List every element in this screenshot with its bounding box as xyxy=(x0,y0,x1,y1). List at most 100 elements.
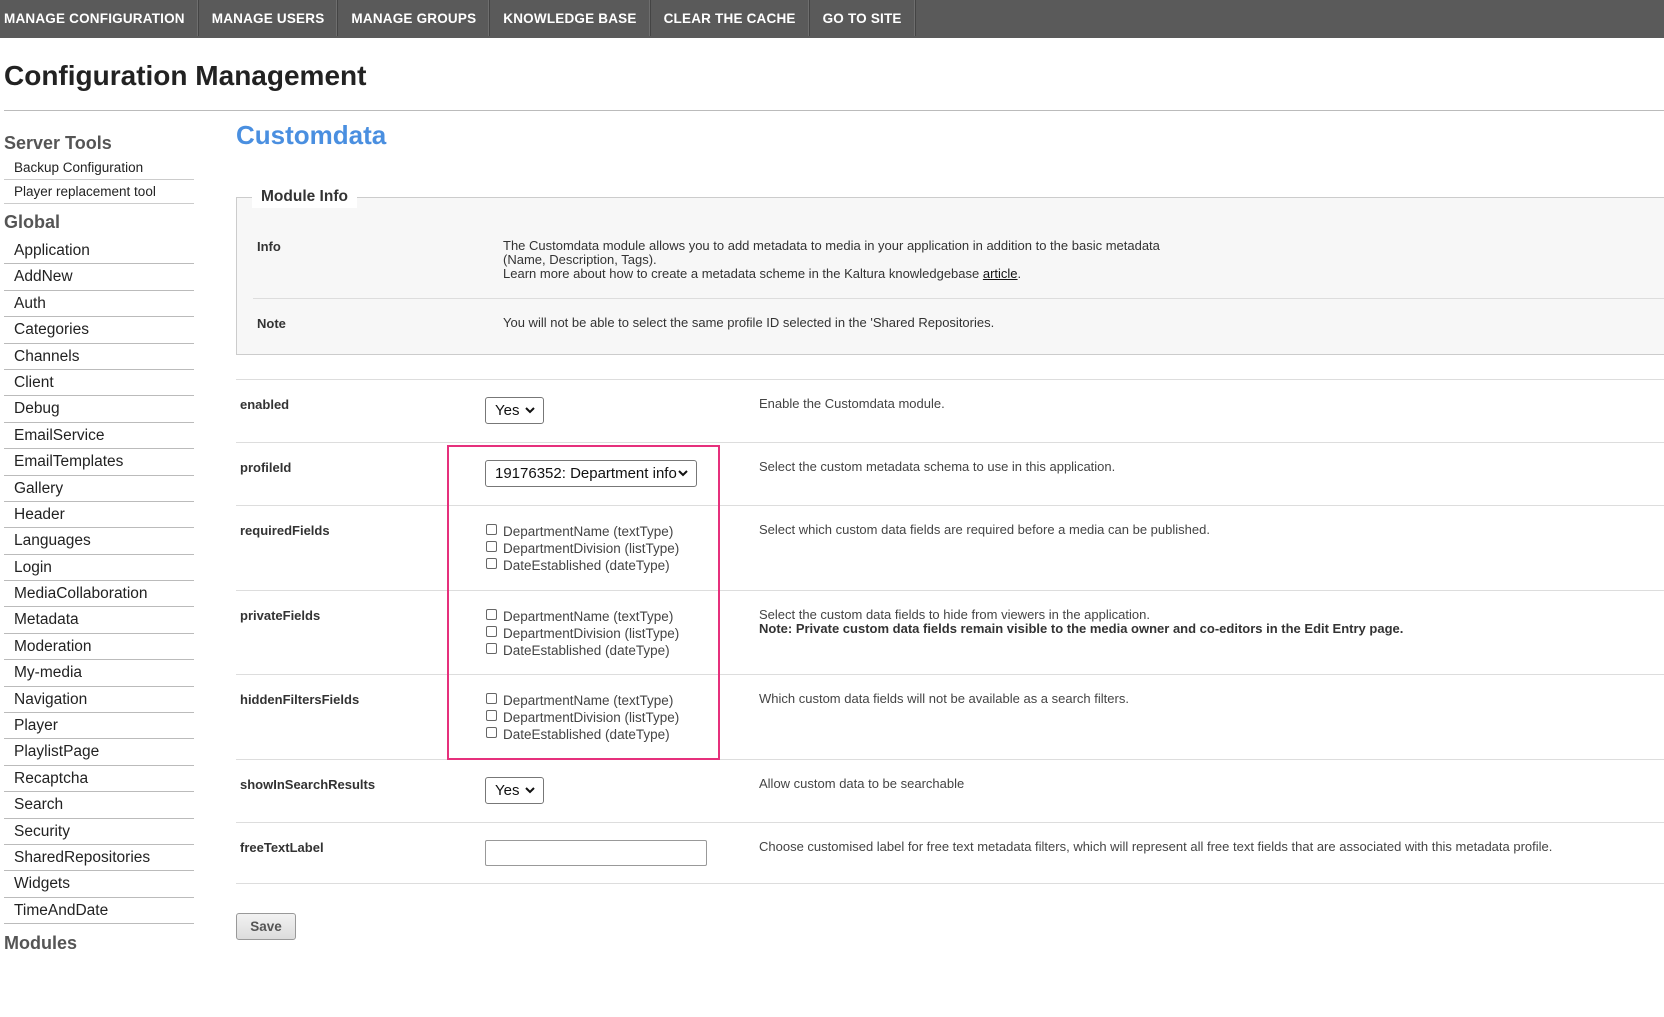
checkbox-date-established[interactable] xyxy=(486,727,497,738)
sidebar-item-emailtemplates[interactable]: EmailTemplates xyxy=(4,449,194,476)
enabled-select-value: Yes xyxy=(495,402,520,419)
enabled-label: enabled xyxy=(240,397,290,412)
private-fields-label: privateFields xyxy=(240,608,321,623)
info-line-1: The Customdata module allows you to add … xyxy=(503,238,1160,253)
sidebar-item-debug[interactable]: Debug xyxy=(4,396,194,423)
info-line-3-text: Learn more about how to create a metadat… xyxy=(503,266,983,281)
sidebar-item-addnew[interactable]: AddNew xyxy=(4,264,194,291)
show-in-search-results-select[interactable]: Yes xyxy=(485,777,544,804)
page-title: Configuration Management xyxy=(4,60,367,91)
sidebar-item-header[interactable]: Header xyxy=(4,502,194,529)
sidebar-item-application[interactable]: Application xyxy=(4,238,194,265)
sidebar-item-player[interactable]: Player xyxy=(4,713,194,740)
sidebar-item-playlistpage[interactable]: PlaylistPage xyxy=(4,739,194,766)
checkbox-option: DepartmentName (textType) xyxy=(486,692,679,709)
free-text-label-label: freeTextLabel xyxy=(240,840,324,855)
free-text-label-input[interactable] xyxy=(485,840,707,866)
sidebar-item-navigation[interactable]: Navigation xyxy=(4,687,194,714)
profile-id-select[interactable]: 19176352: Department info xyxy=(485,460,697,487)
nav-manage-users[interactable]: MANAGE USERS xyxy=(199,0,339,36)
chevron-down-icon xyxy=(677,466,689,480)
hidden-filters-fields-label: hiddenFiltersFields xyxy=(240,692,360,707)
chevron-down-icon xyxy=(524,403,536,417)
checkbox-date-established[interactable] xyxy=(486,643,497,654)
checkbox-department-division[interactable] xyxy=(486,541,497,552)
checkbox-option: DateEstablished (dateType) xyxy=(486,642,679,659)
show-in-search-results-value: Yes xyxy=(495,782,520,799)
nav-clear-the-cache[interactable]: CLEAR THE CACHE xyxy=(651,0,810,36)
row-free-text-label: freeTextLabel Choose customised label fo… xyxy=(236,822,1664,884)
show-in-search-results-label: showInSearchResults xyxy=(240,777,376,792)
sidebar-item-categories[interactable]: Categories xyxy=(4,317,194,344)
sidebar-item-channels[interactable]: Channels xyxy=(4,344,194,370)
row-private-fields: privateFields DepartmentName (textType) … xyxy=(236,590,1664,674)
sidebar-item-backup-configuration[interactable]: Backup Configuration xyxy=(4,156,194,180)
sidebar-item-gallery[interactable]: Gallery xyxy=(4,476,194,502)
checkbox-department-name[interactable] xyxy=(486,693,497,704)
sidebar-item-emailservice[interactable]: EmailService xyxy=(4,423,194,450)
profile-id-label: profileId xyxy=(240,460,292,475)
nav-knowledge-base[interactable]: KNOWLEDGE BASE xyxy=(490,0,651,36)
sidebar-item-mediacollaboration[interactable]: MediaCollaboration xyxy=(4,581,194,608)
checkbox-department-division[interactable] xyxy=(486,626,497,637)
checkbox-label: DateEstablished (dateType) xyxy=(503,558,670,573)
private-fields-note: Note: Private custom data fields remain … xyxy=(759,621,1404,636)
sidebar-item-moderation[interactable]: Moderation xyxy=(4,634,194,661)
sidebar-item-client[interactable]: Client xyxy=(4,370,194,397)
free-text-label-description: Choose customised label for free text me… xyxy=(759,839,1553,854)
info-line-2: (Name, Description, Tags). xyxy=(503,252,657,267)
checkbox-label: DateEstablished (dateType) xyxy=(503,643,670,658)
row-required-fields: requiredFields DepartmentName (textType)… xyxy=(236,505,1664,590)
required-fields-description: Select which custom data fields are requ… xyxy=(759,522,1210,537)
info-label: Info xyxy=(257,239,281,254)
nav-manage-groups[interactable]: MANAGE GROUPS xyxy=(338,0,491,36)
checkbox-label: DateEstablished (dateType) xyxy=(503,727,670,742)
checkbox-option: DepartmentDivision (listType) xyxy=(486,709,679,726)
sidebar-item-my-media[interactable]: My-media xyxy=(4,660,194,687)
profile-id-description: Select the custom metadata schema to use… xyxy=(759,459,1116,474)
checkbox-department-division[interactable] xyxy=(486,710,497,721)
sidebar-item-sharedrepositories[interactable]: SharedRepositories xyxy=(4,845,194,872)
enabled-select[interactable]: Yes xyxy=(485,397,544,424)
checkbox-label: DepartmentName (textType) xyxy=(503,524,674,539)
sidebar-item-login[interactable]: Login xyxy=(4,555,194,582)
sidebar-item-recaptcha[interactable]: Recaptcha xyxy=(4,766,194,793)
checkbox-label: DepartmentDivision (listType) xyxy=(503,710,680,725)
sidebar-item-player-replacement-tool[interactable]: Player replacement tool xyxy=(4,180,194,204)
sidebar-heading-server-tools: Server Tools xyxy=(4,133,112,153)
private-fields-checkbox-list: DepartmentName (textType) DepartmentDivi… xyxy=(486,608,679,659)
checkbox-department-name[interactable] xyxy=(486,524,497,535)
sidebar-global-list: Application AddNew Auth Categories Channels C… xyxy=(4,238,194,925)
checkbox-department-name[interactable] xyxy=(486,609,497,620)
sidebar-item-metadata[interactable]: Metadata xyxy=(4,607,194,634)
checkbox-option: DateEstablished (dateType) xyxy=(486,557,679,574)
nav-manage-configuration[interactable]: MANAGE CONFIGURATION xyxy=(0,0,199,36)
checkbox-label: DepartmentDivision (listType) xyxy=(503,541,680,556)
chevron-down-icon xyxy=(524,783,536,797)
section-title: Customdata xyxy=(236,120,387,150)
row-hidden-filters-fields: hiddenFiltersFields DepartmentName (text… xyxy=(236,674,1664,759)
save-button[interactable]: Save xyxy=(236,913,296,940)
show-in-search-results-description: Allow custom data to be searchable xyxy=(759,776,965,791)
sidebar: Server Tools Backup Configuration Player… xyxy=(4,128,194,958)
sidebar-item-security[interactable]: Security xyxy=(4,819,194,845)
sidebar-item-auth[interactable]: Auth xyxy=(4,291,194,318)
info-text: The Customdata module allows you to add … xyxy=(503,239,1160,281)
sidebar-item-search[interactable]: Search xyxy=(4,792,194,819)
private-fields-desc-text: Select the custom data fields to hide fr… xyxy=(759,607,1150,622)
sidebar-item-languages[interactable]: Languages xyxy=(4,528,194,555)
module-info-divider xyxy=(253,298,1664,299)
required-fields-checkbox-list: DepartmentName (textType) DepartmentDivi… xyxy=(486,523,679,574)
nav-go-to-site[interactable]: GO TO SITE xyxy=(810,0,916,36)
sidebar-heading-global: Global xyxy=(4,212,61,232)
knowledgebase-article-link[interactable]: article xyxy=(983,266,1018,281)
checkbox-date-established[interactable] xyxy=(486,558,497,569)
sidebar-item-timeanddate[interactable]: TimeAndDate xyxy=(4,898,194,925)
sidebar-item-widgets[interactable]: Widgets xyxy=(4,871,194,898)
row-enabled: enabled Yes Enable the Customdata module… xyxy=(236,379,1664,442)
checkbox-option: DepartmentName (textType) xyxy=(486,608,679,625)
top-navigation: MANAGE CONFIGURATION MANAGE USERS MANAGE… xyxy=(0,0,1664,38)
info-line-3: Learn more about how to create a metadat… xyxy=(503,267,1160,281)
module-info-legend: Module Info xyxy=(252,186,357,208)
info-line-3-suffix: . xyxy=(1017,266,1022,281)
